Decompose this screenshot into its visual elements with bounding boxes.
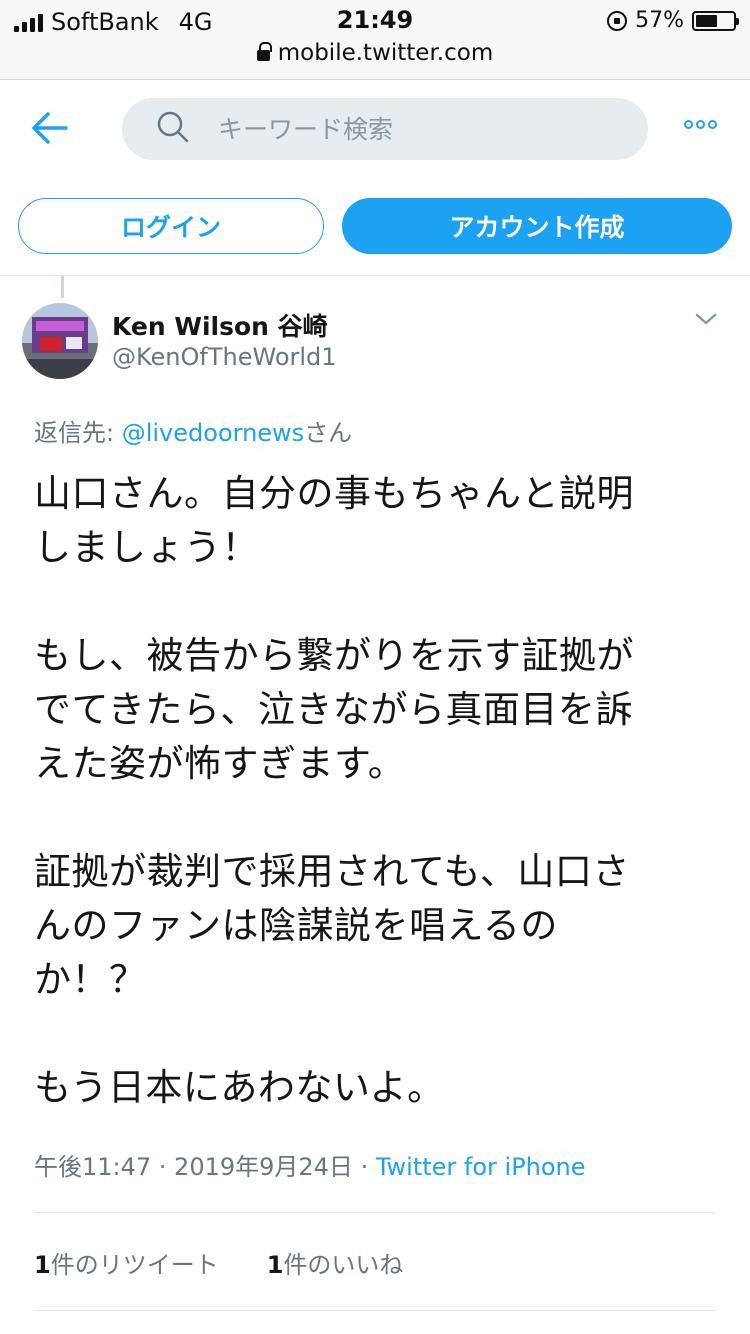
- tweet-line-blank: [34, 1007, 724, 1061]
- author-handle[interactable]: @KenOfTheWorld1: [112, 343, 337, 371]
- tweet-source-link[interactable]: Twitter for iPhone: [376, 1153, 586, 1181]
- rotation-lock-icon: [607, 10, 628, 31]
- tweet-line: 証拠が裁判で採用されても、山口さ: [34, 850, 630, 893]
- back-arrow-icon[interactable]: [28, 110, 72, 146]
- status-bar: SoftBank 4G 21:49 57% mobile.twitter.com: [0, 0, 750, 80]
- chevron-down-icon[interactable]: [694, 311, 718, 331]
- tweet-line: もう日本にあわないよ。: [34, 1066, 445, 1109]
- url-text: mobile.twitter.com: [277, 40, 494, 66]
- search-icon: [156, 110, 218, 148]
- tweet-line: しましょう！: [34, 526, 259, 569]
- login-button[interactable]: ログイン: [18, 198, 324, 254]
- tweet-text: 山口さん。自分の事もちゃんと説明 しましょう！ もし、被告から繋がりを示す証拠が…: [34, 467, 724, 1115]
- reply-prefix: 返信先:: [34, 419, 122, 447]
- tweet-line: えた姿が怖すぎます。: [34, 742, 406, 785]
- battery-percent: 57%: [635, 8, 684, 33]
- header: ログイン アカウント作成: [0, 80, 750, 276]
- reply-context: 返信先: @livedoornewsさん: [34, 413, 352, 448]
- tweet-line: んのファンは陰謀説を唱えるの: [34, 904, 558, 947]
- search-bar[interactable]: [122, 98, 648, 160]
- retweet-label: 件のリツイート: [50, 1251, 219, 1279]
- tweet: Ken Wilson 谷崎 @KenOfTheWorld1 返信先: @live…: [0, 277, 750, 1334]
- tweet-stats: 1件のリツイート 1件のいいね: [34, 1245, 403, 1280]
- tweet-meta: 午後11:47 · 2019年9月24日 · Twitter for iPhon…: [34, 1147, 586, 1182]
- status-right: 57%: [607, 8, 739, 33]
- more-icon[interactable]: [684, 120, 717, 129]
- battery-icon: [692, 10, 739, 31]
- reply-mention-link[interactable]: @livedoornews: [122, 419, 304, 447]
- meta-separator: ·: [352, 1153, 376, 1181]
- divider: [34, 1310, 716, 1311]
- lock-icon: [256, 41, 272, 63]
- url-bar[interactable]: mobile.twitter.com: [0, 40, 750, 66]
- tweet-line-blank: [34, 575, 724, 629]
- avatar[interactable]: [22, 303, 98, 379]
- tweet-line: もし、被告から繋がりを示す証拠が: [34, 634, 634, 677]
- tweet-timestamp[interactable]: 午後11:47 · 2019年9月24日: [34, 1153, 353, 1181]
- like-label: 件のいいね: [283, 1251, 404, 1279]
- reply-suffix: さん: [304, 419, 353, 447]
- retweets-stat[interactable]: 1件のリツイート: [34, 1245, 219, 1280]
- tweet-line: 山口さん。自分の事もちゃんと説明: [34, 472, 634, 515]
- tweet-line-blank: [34, 791, 724, 845]
- like-count: 1: [266, 1251, 284, 1279]
- likes-stat[interactable]: 1件のいいね: [267, 1245, 404, 1280]
- signup-button[interactable]: アカウント作成: [342, 198, 732, 254]
- tweet-line: か！？: [34, 958, 147, 1001]
- tweet-line: でてきたら、泣きながら真面目を訴: [34, 688, 633, 731]
- author-name[interactable]: Ken Wilson 谷崎: [112, 307, 328, 343]
- divider: [34, 1212, 716, 1213]
- search-input[interactable]: [218, 114, 578, 144]
- retweet-count: 1: [34, 1251, 51, 1279]
